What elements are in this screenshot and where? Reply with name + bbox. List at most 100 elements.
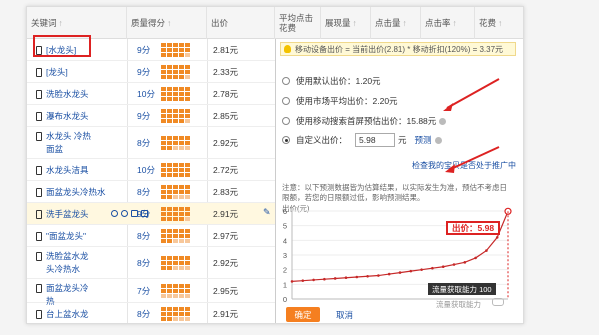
chart-icon[interactable] — [131, 210, 138, 217]
data-point — [355, 275, 359, 279]
keyword-cell[interactable]: "面盆龙头" — [36, 230, 86, 243]
option-market[interactable]: 使用市场平均出价：2.20元 — [282, 95, 398, 107]
bid-tag: 出价：5.98 — [446, 221, 501, 235]
option-market-label: 使用市场平均出价：2.20元 — [296, 96, 398, 106]
radio-custom[interactable] — [282, 136, 290, 144]
check-promotion-link[interactable]: 检查我的宝贝是否处于推广中 — [412, 160, 516, 171]
mobile-icon — [36, 188, 42, 197]
quality-score: 8分 — [137, 231, 151, 241]
keyword-cell[interactable]: 瀑布水龙头 — [36, 110, 89, 123]
col-clicks-label: 点击量 — [375, 18, 401, 28]
col-cost[interactable]: 花费 ↑ — [475, 7, 523, 39]
edit-icon[interactable]: ✎ — [263, 208, 271, 217]
keyword-text: 洗手盆龙头 — [46, 209, 89, 219]
forecast-note: 注意：以下预测数据皆为估算结果，以实际发生为准，预估不考虑日限额，若您的日限额过… — [282, 183, 507, 202]
target-icon[interactable] — [121, 210, 128, 217]
bid-price[interactable]: 2.95元 — [213, 285, 238, 297]
col-ctr[interactable]: 点击率 ↑ — [421, 7, 475, 39]
keyword-cell[interactable]: 洗脸水龙头 — [36, 88, 89, 101]
gear-icon[interactable] — [111, 210, 118, 217]
col-bid[interactable]: 出价 — [207, 7, 275, 39]
table-row[interactable]: 洗脸水龙头 10分 2.78元 — [27, 83, 275, 105]
table-row[interactable]: 水龙头洁具 10分 2.72元 — [27, 159, 275, 181]
sort-icon: ↑ — [452, 18, 457, 28]
custom-bid-unit: 元 — [398, 135, 407, 145]
quality-score: 10分 — [137, 165, 155, 175]
option-custom[interactable]: 自定义出价： 5.98 元 预测 — [282, 133, 442, 147]
bid-price[interactable]: 2.91元 — [213, 208, 238, 220]
keyword-text: 洗脸水龙头 — [46, 89, 89, 99]
bid-price[interactable]: 2.92元 — [213, 137, 238, 149]
col-impressions[interactable]: 展现量 ↑ — [321, 7, 371, 39]
bid-price[interactable]: 2.92元 — [213, 257, 238, 269]
capability-hint: 流量获取能力 — [436, 300, 481, 309]
quality-bars — [161, 284, 190, 298]
keyword-cell[interactable]: 水龙头 冷热 面盆 — [36, 130, 91, 156]
keyword-cell[interactable]: 洗手盆龙头 — [36, 208, 89, 221]
help-icon[interactable] — [439, 117, 447, 125]
col-clicks[interactable]: 点击量 ↑ — [371, 7, 421, 39]
keyword-table-panel: 关键词 ↑ 质量得分 ↑ 出价 平均点击花费 展现量 ↑ 点击量 ↑ 点击率 ↑ 花费 ↑ … — [26, 6, 524, 324]
bid-price[interactable]: 2.33元 — [213, 66, 238, 78]
bid-price[interactable]: 2.83元 — [213, 186, 238, 198]
y-tick-label: 4 — [283, 236, 287, 245]
table-row[interactable]: 面盆龙头冷 热 7分 2.95元 — [27, 279, 275, 306]
mobile-icon — [36, 112, 42, 121]
radio-default[interactable] — [282, 77, 290, 85]
data-point — [301, 279, 305, 282]
option-mobile-first-label: 使用移动搜索首屏预估出价：15.88元 — [296, 116, 437, 126]
quality-bars — [161, 256, 190, 270]
keyword-cell[interactable]: 洗脸盆水龙 头冷热水 — [36, 250, 89, 276]
edit-doc-icon[interactable] — [141, 210, 148, 217]
table-row[interactable]: 面盆龙头冷热水 8分 2.83元 — [27, 181, 275, 203]
quality-bars — [161, 307, 190, 321]
preview-link[interactable]: 预测 — [415, 134, 432, 146]
keyword-cell[interactable]: [龙头] — [36, 66, 68, 79]
bulb-icon — [284, 45, 291, 53]
help-icon[interactable] — [434, 136, 442, 144]
keyword-text: 面盆龙头冷热水 — [46, 187, 106, 197]
table-row[interactable]: 水龙头 冷热 面盆 8分 2.92元 — [27, 127, 275, 159]
keyword-cell[interactable]: 台上盆水龙 — [36, 308, 89, 321]
bid-price[interactable]: 2.91元 — [213, 308, 238, 320]
custom-bid-input[interactable]: 5.98 — [355, 133, 396, 147]
cancel-button[interactable]: 取消 — [336, 309, 353, 321]
confirm-button[interactable]: 确定 — [286, 307, 320, 322]
bid-price[interactable]: 2.97元 — [213, 230, 238, 242]
mobile-icon — [36, 310, 42, 319]
bid-price[interactable]: 2.85元 — [213, 110, 238, 122]
col-avg-cpc[interactable]: 平均点击花费 — [275, 7, 321, 39]
capability-label: 流量获取能力 100 — [428, 283, 496, 295]
toggle-icon[interactable] — [492, 298, 504, 306]
y-tick-label: 1 — [283, 280, 287, 289]
table-row[interactable]: 洗手盆龙头 9分 2.91元 — [27, 203, 275, 225]
mobile-bid-tip: 移动设备出价 = 当前出价(2.81) * 移动折扣(120%) = 3.37元 — [280, 42, 516, 56]
table-row[interactable]: [龙头] 9分 2.33元 — [27, 61, 275, 83]
option-default-label: 使用默认出价：1.20元 — [296, 76, 381, 86]
bid-price[interactable]: 2.78元 — [213, 88, 238, 100]
mobile-icon — [36, 232, 42, 241]
data-point — [377, 274, 380, 277]
option-mobile-first[interactable]: 使用移动搜索首屏预估出价：15.88元 — [282, 115, 447, 127]
highlight-box — [33, 35, 91, 57]
radio-market[interactable] — [282, 97, 290, 105]
col-quality[interactable]: 质量得分 ↑ — [127, 7, 207, 39]
table-row[interactable]: 瀑布水龙头 9分 2.85元 — [27, 105, 275, 127]
table-row[interactable]: "面盆龙头" 8分 2.97元 — [27, 225, 275, 247]
bid-price[interactable]: 2.72元 — [213, 164, 238, 176]
sort-icon: ↑ — [498, 18, 503, 28]
screenshot-frame: 关键词 ↑ 质量得分 ↑ 出价 平均点击花费 展现量 ↑ 点击量 ↑ 点击率 ↑ 花费 ↑ … — [0, 0, 599, 335]
col-keyword-label: 关键词 — [31, 18, 57, 28]
quality-score: 9分 — [137, 67, 151, 77]
keyword-text: 水龙头洁具 — [46, 165, 89, 175]
bid-price[interactable]: 2.81元 — [213, 44, 238, 56]
option-custom-label: 自定义出价： — [296, 135, 348, 145]
keyword-cell[interactable]: 面盆龙头冷热水 — [36, 186, 106, 199]
radio-mobile-first[interactable] — [282, 117, 290, 125]
table-row[interactable]: 台上盆水龙 8分 2.91元 — [27, 303, 275, 323]
mobile-icon — [36, 90, 42, 99]
data-point — [398, 271, 402, 274]
option-default[interactable]: 使用默认出价：1.20元 — [282, 75, 381, 87]
keyword-cell[interactable]: 水龙头洁具 — [36, 164, 89, 177]
table-row[interactable]: 洗脸盆水龙 头冷热水 8分 2.92元 — [27, 247, 275, 279]
